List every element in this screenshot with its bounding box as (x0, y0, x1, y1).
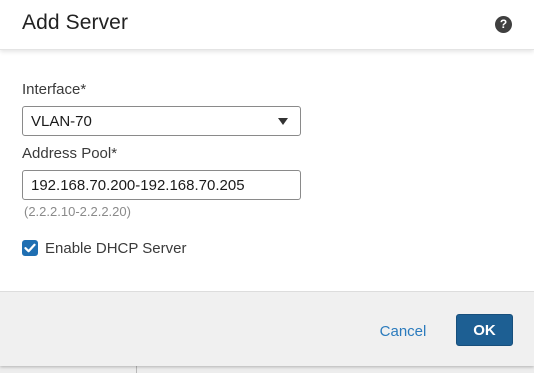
interface-selected-value: VLAN-70 (31, 113, 92, 130)
ok-button[interactable]: OK (456, 314, 513, 346)
dialog-title: Add Server (22, 11, 129, 34)
address-pool-hint: (2.2.2.10-2.2.2.20) (24, 204, 131, 219)
dialog-header: Add Server ? (0, 0, 534, 50)
interface-select[interactable]: VLAN-70 (22, 106, 301, 136)
background-divider (136, 366, 137, 373)
add-server-dialog: Add Server ? Interface* VLAN-70 Address … (0, 0, 534, 366)
interface-label: Interface* (22, 81, 87, 98)
caret-down-icon (278, 118, 288, 125)
address-pool-label: Address Pool* (22, 145, 118, 162)
cancel-button[interactable]: Cancel (368, 316, 438, 346)
enable-dhcp-label[interactable]: Enable DHCP Server (45, 240, 186, 257)
background-page (0, 366, 534, 373)
dialog-footer: Cancel OK (0, 291, 534, 366)
checkmark-icon (24, 243, 36, 253)
help-icon[interactable]: ? (495, 16, 512, 33)
address-pool-input[interactable] (22, 170, 301, 200)
enable-dhcp-checkbox[interactable] (22, 240, 38, 256)
